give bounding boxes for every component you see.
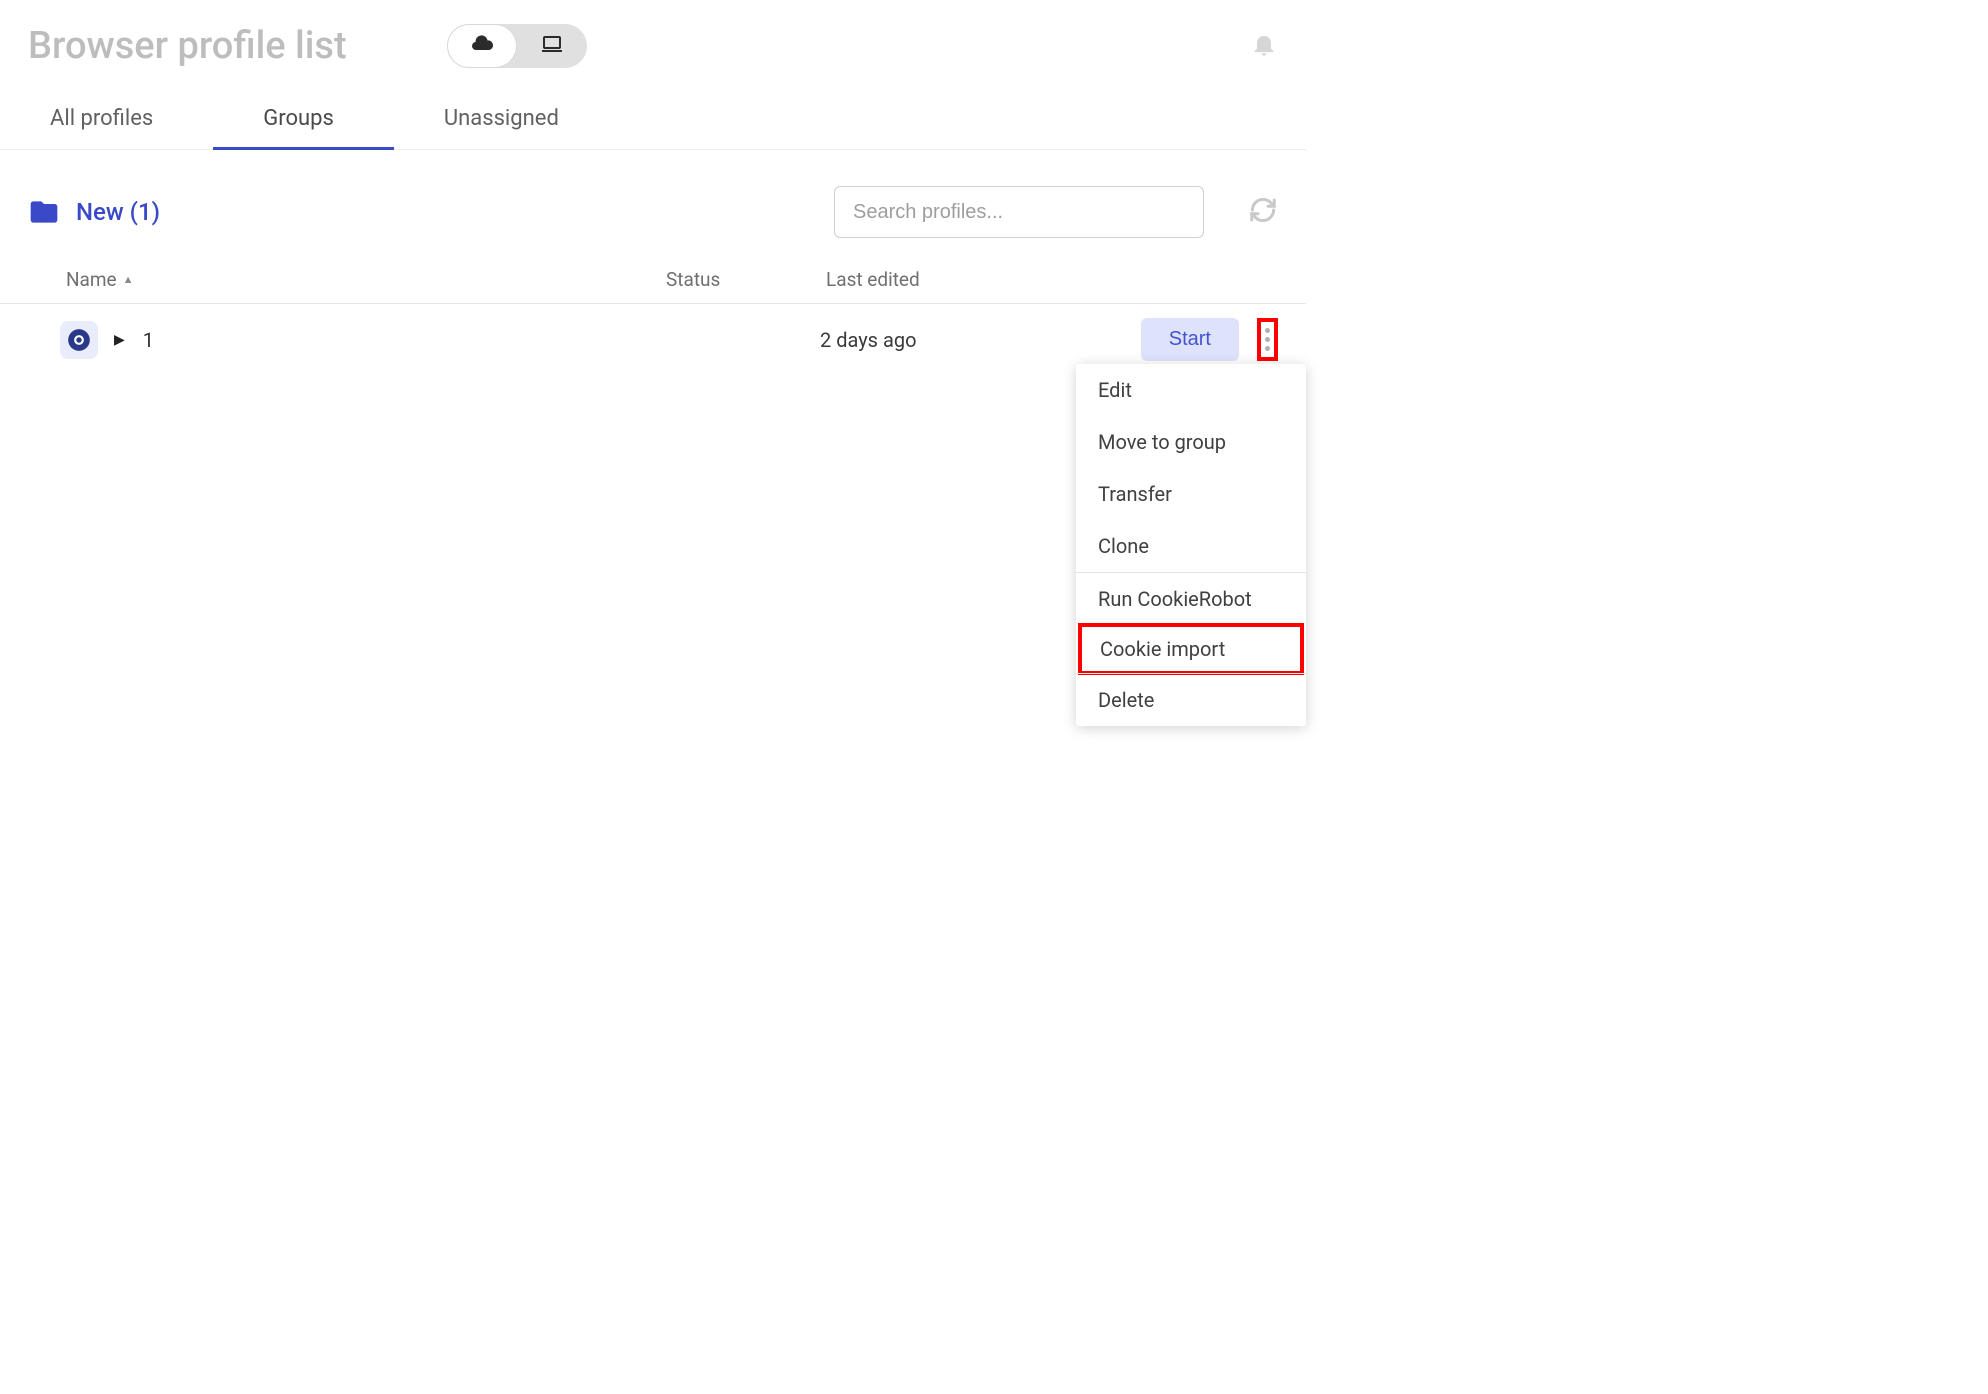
search-input[interactable]: [834, 186, 1204, 238]
toggle-local[interactable]: [517, 24, 587, 68]
refresh-button[interactable]: [1248, 195, 1278, 229]
context-menu: Edit Move to group Transfer Clone Run Co…: [1076, 364, 1306, 726]
bell-icon: [1250, 43, 1278, 62]
cloud-icon: [470, 32, 494, 60]
column-name[interactable]: Name ▲: [66, 268, 666, 291]
tab-groups[interactable]: Groups: [213, 88, 394, 149]
header: Browser profile list: [0, 0, 1306, 88]
laptop-icon: [540, 32, 564, 60]
profile-cell[interactable]: ▶ 1: [60, 321, 660, 359]
last-edited-cell: 2 days ago: [820, 328, 1060, 352]
menu-transfer[interactable]: Transfer: [1076, 468, 1306, 520]
profile-name: 1: [143, 328, 154, 352]
group-folder[interactable]: New (1): [28, 196, 160, 228]
more-icon: [1265, 328, 1270, 351]
expand-icon[interactable]: ▶: [114, 332, 125, 348]
notifications-button[interactable]: [1250, 30, 1278, 62]
menu-run-cookierobot[interactable]: Run CookieRobot: [1076, 573, 1306, 625]
column-last-edited[interactable]: Last edited: [826, 268, 1066, 291]
column-status[interactable]: Status: [666, 268, 826, 291]
menu-clone[interactable]: Clone: [1076, 520, 1306, 572]
refresh-icon: [1248, 195, 1278, 229]
page-title: Browser profile list: [28, 24, 347, 68]
tabs: All profiles Groups Unassigned: [0, 88, 1306, 150]
row-menu-button[interactable]: [1257, 318, 1278, 361]
cloud-local-toggle[interactable]: [447, 24, 587, 68]
row-actions: Start: [1141, 318, 1278, 361]
menu-edit[interactable]: Edit: [1076, 364, 1306, 416]
folder-icon: [28, 196, 60, 228]
sort-asc-icon: ▲: [123, 273, 134, 286]
profile-avatar: [60, 321, 98, 359]
column-name-label: Name: [66, 268, 117, 291]
tab-all-profiles[interactable]: All profiles: [0, 88, 213, 149]
search-wrap: [834, 186, 1204, 238]
menu-move-to-group[interactable]: Move to group: [1076, 416, 1306, 468]
group-name: New (1): [76, 198, 160, 226]
table-header: Name ▲ Status Last edited: [0, 256, 1306, 304]
table-row: ▶ 1 2 days ago Start Edit Move to group …: [0, 304, 1306, 375]
tab-unassigned[interactable]: Unassigned: [394, 88, 619, 149]
menu-delete[interactable]: Delete: [1076, 674, 1306, 726]
toolbar: New (1): [0, 150, 1306, 256]
toggle-cloud[interactable]: [447, 24, 517, 68]
menu-cookie-import[interactable]: Cookie import: [1078, 623, 1304, 675]
start-button[interactable]: Start: [1141, 318, 1239, 361]
